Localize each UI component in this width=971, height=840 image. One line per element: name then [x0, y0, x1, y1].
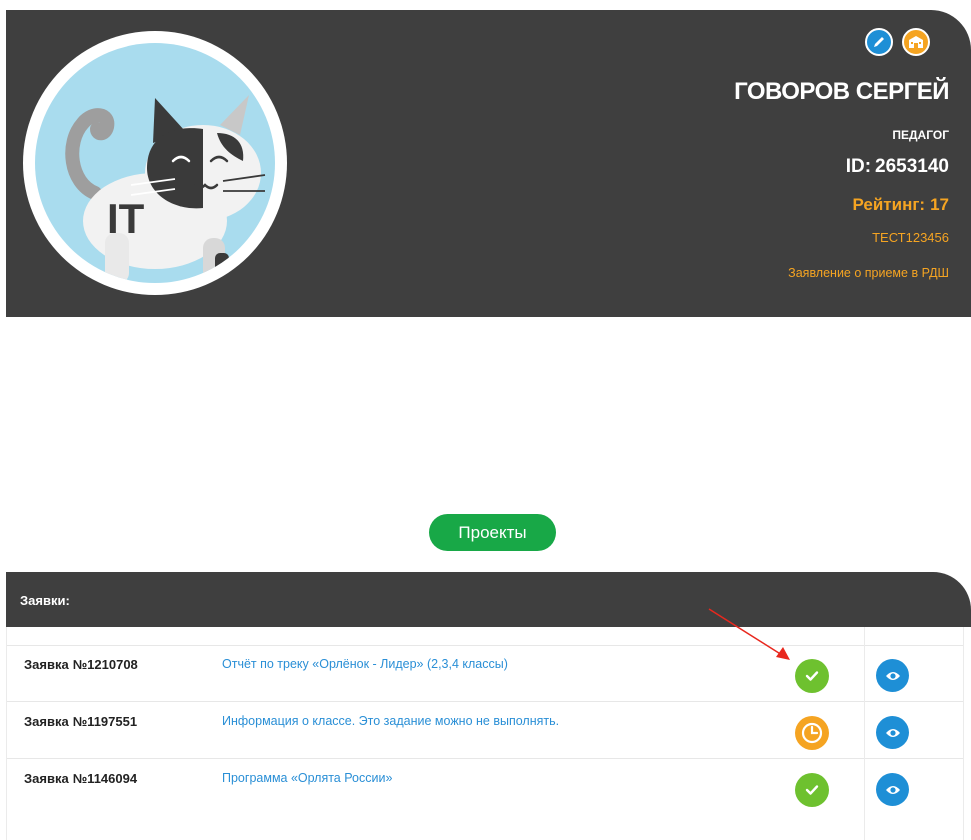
status-pending-badge — [795, 716, 829, 750]
user-id-label: ID: — [845, 156, 872, 177]
school-button[interactable] — [902, 28, 930, 56]
clock-icon — [801, 722, 823, 744]
user-rating: Рейтинг: 17 — [852, 195, 949, 215]
school-building-icon — [909, 36, 923, 48]
eye-icon — [885, 671, 900, 680]
row-divider — [6, 701, 964, 702]
application-link[interactable]: Отчёт по треку «Орлёнок - Лидер» (2,3,4 … — [222, 657, 508, 671]
row-divider — [6, 645, 964, 646]
projects-button[interactable]: Проекты — [429, 514, 556, 551]
pencil-icon — [874, 37, 884, 47]
view-application-button[interactable] — [876, 773, 909, 806]
edit-profile-button[interactable] — [865, 28, 893, 56]
table-border-left — [6, 627, 7, 840]
profile-header: IT ГОВОРОВ СЕРГЕЙ ПЕДАГОГ ID: 2653140 Рей… — [6, 10, 971, 317]
rdsh-application-link[interactable]: Заявление о приеме в РДШ — [788, 266, 949, 280]
test-code: ТЕСТ123456 — [872, 230, 949, 245]
column-divider — [864, 627, 865, 840]
rating-value: 17 — [930, 195, 949, 214]
application-link[interactable]: Программа «Орлята России» — [222, 771, 392, 785]
view-application-button[interactable] — [876, 716, 909, 749]
rating-label: Рейтинг: — [852, 195, 926, 214]
application-number: Заявка №1197551 — [24, 714, 138, 729]
status-done-badge — [795, 659, 829, 693]
applications-title: Заявки: — [20, 593, 70, 608]
status-done-badge — [795, 773, 829, 807]
view-application-button[interactable] — [876, 659, 909, 692]
check-icon — [805, 671, 819, 681]
eye-icon — [885, 785, 900, 794]
row-divider — [6, 758, 964, 759]
check-icon — [805, 785, 819, 795]
user-id: ID: 2653140 — [846, 156, 949, 178]
annotation-arrow-icon — [708, 608, 790, 660]
table-border-right — [963, 627, 964, 840]
application-number: Заявка №1146094 — [24, 771, 138, 786]
application-number: Заявка №1210708 — [24, 657, 138, 672]
user-id-value: 2653140 — [875, 156, 949, 177]
eye-icon — [885, 728, 900, 737]
applications-header: Заявки: — [6, 572, 971, 627]
application-link[interactable]: Информация о классе. Это задание можно н… — [222, 714, 559, 728]
cat-illustration: IT — [65, 95, 266, 283]
user-name: ГОВОРОВ СЕРГЕЙ — [734, 78, 949, 105]
avatar-it-text: IT — [107, 195, 145, 242]
avatar: IT — [23, 31, 287, 295]
user-role: ПЕДАГОГ — [892, 128, 949, 142]
